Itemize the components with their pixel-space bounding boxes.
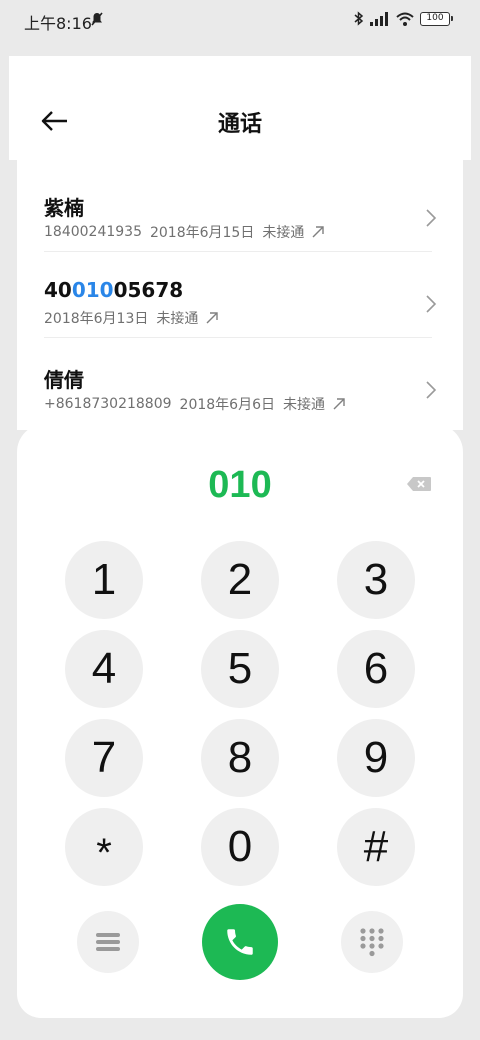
outgoing-call-icon: [312, 226, 325, 238]
header: 通话: [9, 56, 471, 160]
call-row-2[interactable]: 4001005678 2018年6月13日 未接通: [17, 252, 463, 338]
contact-number: 4001005678: [44, 278, 183, 302]
key-1[interactable]: 1: [65, 541, 143, 619]
phone-number: +8618730218809: [44, 396, 172, 412]
battery-icon: 100: [420, 11, 453, 26]
key-5[interactable]: 5: [201, 630, 279, 708]
menu-button[interactable]: [77, 911, 139, 973]
call-status: 未接通: [262, 225, 305, 241]
chevron-right-icon: [426, 381, 437, 399]
keypad-toggle-button[interactable]: [341, 911, 403, 973]
call-row-3[interactable]: 倩倩 +8618730218809 2018年6月6日 未接通: [17, 338, 463, 424]
phone-icon: [227, 929, 253, 955]
call-row-1[interactable]: 紫楠 18400241935 2018年6月15日 未接通: [17, 166, 463, 252]
dialpad-panel: 010 1 2 3 4 5 6 7 8 9 * 0 #: [17, 424, 463, 1018]
menu-icon: [96, 933, 120, 951]
mute-icon: [91, 12, 103, 26]
call-date: 2018年6月6日: [179, 397, 275, 413]
call-button[interactable]: [202, 904, 278, 980]
key-7[interactable]: 7: [65, 719, 143, 797]
call-details: 2018年6月13日 未接通: [44, 308, 219, 328]
call-date: 2018年6月15日: [149, 225, 255, 241]
key-8[interactable]: 8: [201, 719, 279, 797]
key-9[interactable]: 9: [337, 719, 415, 797]
outgoing-call-icon: [333, 398, 345, 410]
status-time: 上午8:16: [24, 14, 92, 33]
key-2[interactable]: 2: [201, 541, 279, 619]
chevron-right-icon: [426, 209, 437, 227]
keypad-icon: [360, 928, 384, 957]
call-status: 未接通: [282, 397, 325, 413]
chevron-right-icon: [426, 295, 437, 313]
bluetooth-icon: [354, 11, 364, 26]
call-status: 未接通: [156, 311, 199, 327]
key-3[interactable]: 3: [337, 541, 415, 619]
status-bar: 上午8:16 100: [0, 0, 480, 40]
contact-name: 倩倩: [44, 368, 84, 392]
backspace-icon[interactable]: [406, 476, 432, 492]
number-suffix: 05678: [113, 278, 184, 302]
call-date: 2018年6月13日: [44, 311, 149, 327]
outgoing-call-icon: [206, 312, 219, 324]
key-4[interactable]: 4: [65, 630, 143, 708]
signal-icon: [370, 11, 388, 26]
wifi-icon: [396, 12, 414, 26]
phone-number: 18400241935: [44, 224, 142, 240]
key-6[interactable]: 6: [337, 630, 415, 708]
call-details: 18400241935 2018年6月15日 未接通: [44, 222, 325, 242]
number-match-highlight: 010: [71, 278, 114, 302]
key-0[interactable]: 0: [201, 808, 279, 886]
dialed-number: 010: [208, 464, 272, 506]
key-star[interactable]: *: [65, 808, 143, 886]
page-title: 通话: [217, 112, 262, 137]
number-prefix: 40: [44, 278, 72, 302]
key-hash[interactable]: #: [337, 808, 415, 886]
call-details: +8618730218809 2018年6月6日 未接通: [44, 394, 345, 414]
contact-name: 紫楠: [44, 196, 84, 220]
